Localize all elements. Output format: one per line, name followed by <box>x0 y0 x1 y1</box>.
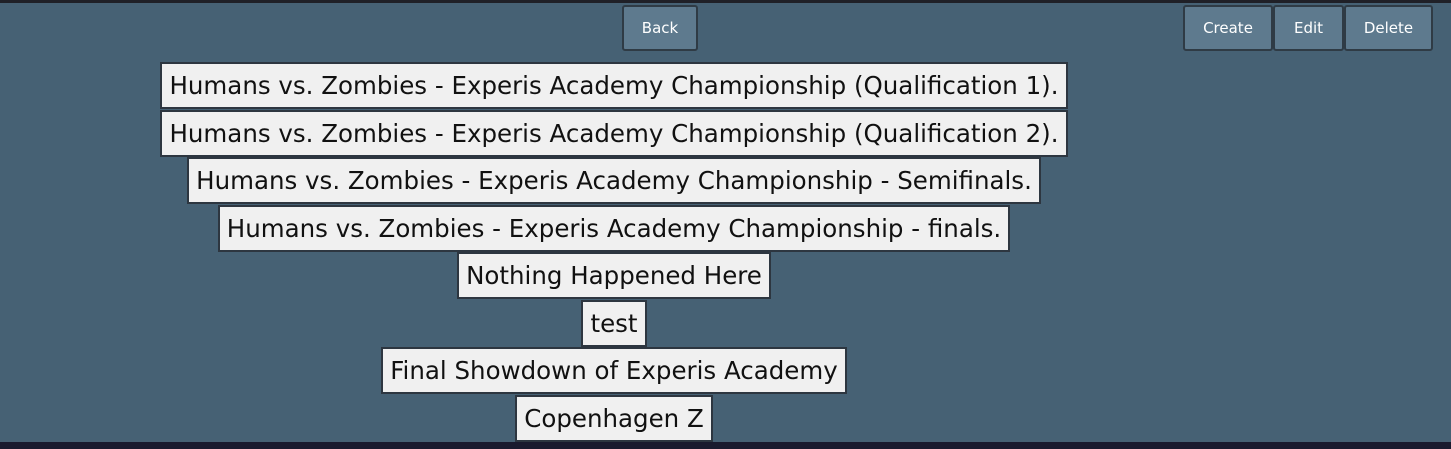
app-container: Back Create Edit Delete Humans vs. Zombi… <box>0 3 1451 442</box>
back-button[interactable]: Back <box>622 5 698 51</box>
game-list: Humans vs. Zombies - Experis Academy Cha… <box>0 62 1228 442</box>
game-list-item[interactable]: Final Showdown of Experis Academy <box>381 347 847 394</box>
game-list-item[interactable]: test <box>581 299 647 347</box>
game-list-item[interactable]: Humans vs. Zombies - Experis Academy Cha… <box>217 204 1011 252</box>
game-list-item[interactable]: Nothing Happened Here <box>457 252 771 299</box>
delete-button[interactable]: Delete <box>1344 5 1433 51</box>
create-button[interactable]: Create <box>1183 5 1273 51</box>
game-list-item[interactable]: Humans vs. Zombies - Experis Academy Cha… <box>160 109 1068 157</box>
game-list-item[interactable]: Copenhagen Z <box>515 394 713 442</box>
edit-button[interactable]: Edit <box>1273 5 1344 51</box>
bottom-border <box>0 442 1451 449</box>
game-list-item[interactable]: Humans vs. Zombies - Experis Academy Cha… <box>187 157 1041 204</box>
game-list-item[interactable]: Humans vs. Zombies - Experis Academy Cha… <box>160 62 1068 109</box>
